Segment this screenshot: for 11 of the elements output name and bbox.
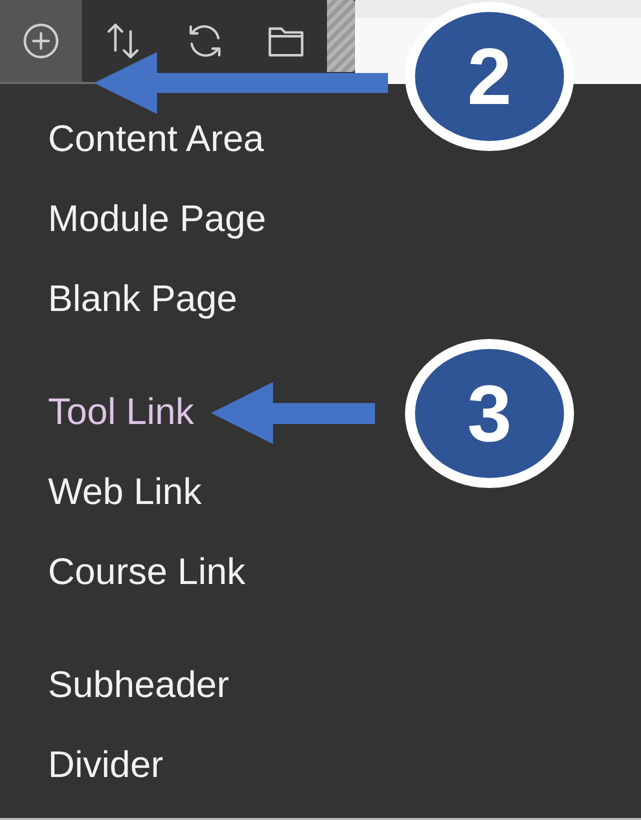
menu-item[interactable]: Course Link xyxy=(48,532,246,612)
menu-item[interactable]: Divider xyxy=(48,725,164,805)
menu-item[interactable]: Web Link xyxy=(48,452,202,532)
menu-item[interactable]: Module Page xyxy=(48,179,266,259)
add-icon xyxy=(22,22,60,60)
menu-item[interactable]: Subheader xyxy=(48,645,230,725)
toolbar-button[interactable] xyxy=(0,0,82,82)
menu-item[interactable]: Blank Page xyxy=(48,259,238,339)
menu-item[interactable]: Content Area xyxy=(48,99,264,179)
menu-item[interactable]: Tool Link xyxy=(48,372,194,452)
resize-handle[interactable] xyxy=(327,0,355,72)
